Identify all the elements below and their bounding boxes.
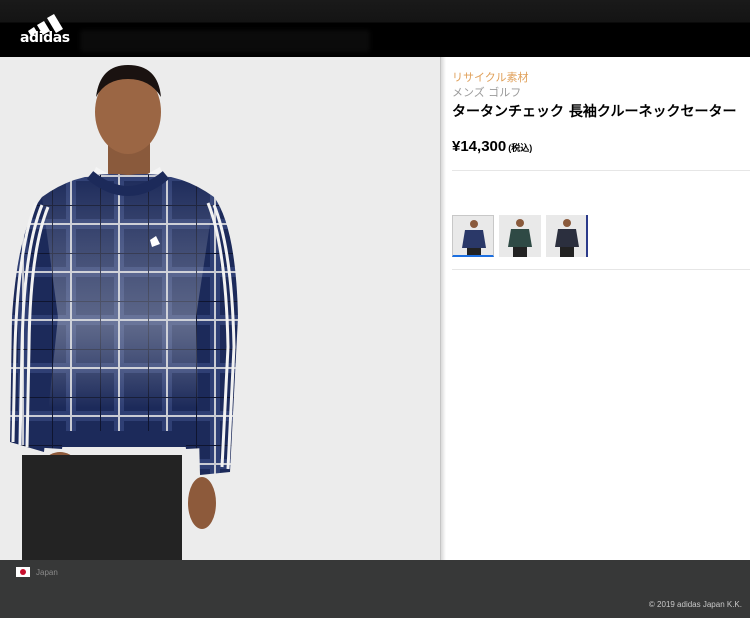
thumbnail-image — [499, 215, 541, 257]
product-info-panel — [446, 57, 750, 560]
country-selector[interactable]: Japan — [36, 568, 58, 577]
color-thumbnail-dark[interactable] — [546, 215, 588, 257]
brand-name: adidas — [20, 30, 70, 46]
product-hero-image — [0, 57, 441, 560]
site-header — [0, 0, 750, 57]
product-title: タータンチェック 長袖クルーネックセーター — [452, 104, 737, 120]
product-price: ¥14,300 (税込) — [452, 138, 532, 155]
site-footer — [0, 560, 750, 618]
header-nav-placeholder — [80, 30, 370, 52]
recycled-material-tag: リサイクル素材 — [452, 71, 529, 84]
color-thumbnail-navy[interactable] — [452, 215, 494, 257]
thumbnail-image — [453, 216, 493, 255]
price-tax-note: (税込) — [508, 143, 533, 153]
price-value: ¥14,300 — [452, 138, 507, 155]
divider — [452, 170, 750, 171]
thumbnail-image — [546, 215, 586, 257]
divider — [452, 269, 750, 270]
japan-flag-icon[interactable] — [16, 567, 30, 577]
copyright-text: © 2019 adidas Japan K.K. — [648, 600, 742, 609]
model-wearing-sweater — [10, 65, 238, 560]
color-thumbnail-green[interactable] — [499, 215, 541, 257]
product-category[interactable]: メンズ ゴルフ — [452, 84, 521, 100]
